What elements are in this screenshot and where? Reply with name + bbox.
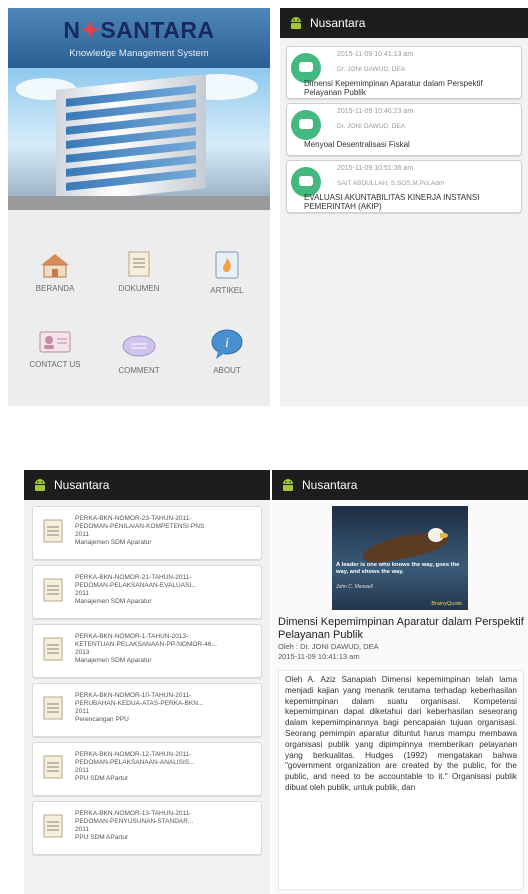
article-fire-icon: [215, 251, 239, 279]
feed-card[interactable]: 2015-11-09 10:41:13 am Dr. JONI DAWUD, D…: [286, 46, 522, 99]
menu-beranda[interactable]: BERANDA: [18, 252, 92, 293]
action-bar-title: Nusantara: [302, 478, 358, 492]
document-item[interactable]: PERKA-BKN-NOMOR-1-TAHUN-2013- KETENTUAN-…: [32, 624, 262, 678]
document-title-line2: PEDOMAN-PENILAIAN-KOMPETENSI-PNS: [75, 523, 205, 530]
app-logo: N✦SANTARA: [63, 17, 215, 43]
document-category: Manajemen SDM Aparatur: [75, 657, 152, 664]
article-body: Oleh A. Aziz Sanapiah Dimensi kepemimpin…: [278, 670, 524, 890]
banner-strip: [8, 196, 270, 210]
menu-about[interactable]: i ABOUT: [190, 328, 264, 375]
document-year: 2011: [75, 708, 89, 715]
image-logo: BrainyQuote: [431, 601, 462, 607]
document-item[interactable]: PERKA-BKN-NOMOR-13-TAHUN-2011- PEDOMAN-P…: [32, 801, 262, 855]
document-icon: [43, 637, 63, 661]
feed-card[interactable]: 2015-11-09 10:51:36 am SAIT ABDULLAH, S.…: [286, 160, 522, 213]
article-screen: Nusantara A leader is one who knows the …: [272, 470, 528, 894]
document-title-line2: PEDOMAN-PELAKSANAAN-ANALISIS...: [75, 759, 195, 766]
chat-bubble-icon: [291, 110, 321, 140]
android-app-icon: [283, 479, 293, 491]
menu-contact-us[interactable]: CONTACT US: [18, 330, 92, 369]
document-year: 2011: [75, 590, 89, 597]
menu-comment[interactable]: COMMENT: [102, 334, 176, 375]
card-title: Menyoal Desentralisasi Fiskal: [304, 140, 410, 149]
document-list-screen: Nusantara PERKA-BKN-NOMOR-23-TAHUN-2011-…: [24, 470, 270, 894]
document-icon: [43, 696, 63, 720]
logo-star-icon: ✦: [80, 17, 101, 43]
document-year: 2013: [75, 649, 90, 656]
document-category: Manajemen SDM Aparatur: [75, 598, 152, 605]
document-icon: [43, 755, 63, 779]
article-author: Oleh : Dr. JONI DAWUD, DEA: [278, 642, 379, 651]
article-image: A leader is one who knows the way, goes …: [332, 506, 468, 610]
document-icon: [43, 578, 63, 602]
document-list: PERKA-BKN-NOMOR-23-TAHUN-2011- PEDOMAN-P…: [24, 500, 270, 855]
card-author: Dr. JONI DAWUD, DEA: [337, 66, 406, 73]
document-item[interactable]: PERKA-BKN-NOMOR-10-TAHUN-2011- PERUBAHAN…: [32, 683, 262, 737]
document-title-line1: PERKA-BKN-NOMOR-1-TAHUN-2013-: [75, 633, 189, 640]
document-title-line1: PERKA-BKN-NOMOR-13-TAHUN-2011-: [75, 810, 192, 817]
home-icon: [41, 254, 69, 278]
android-app-icon: [35, 479, 45, 491]
document-year: 2011: [75, 531, 89, 538]
card-title: Dimensi Kepemimpinan Aparatur dalam Pers…: [304, 79, 483, 97]
android-app-icon: [291, 17, 301, 29]
document-category: Perencangan PPU: [75, 716, 129, 723]
info-icon: i: [211, 329, 243, 359]
document-item[interactable]: PERKA-BKN-NOMOR-12-TAHUN-2011- PEDOMAN-P…: [32, 742, 262, 796]
document-icon: [128, 251, 150, 277]
menu-dokumen[interactable]: DOKUMEN: [102, 250, 176, 293]
feed-card[interactable]: 2015-11-09 10:46:23 am Dr. JONI DAWUD, D…: [286, 103, 522, 156]
feed-screen: Nusantara 2015-11-09 10:41:13 am Dr. JON…: [280, 8, 528, 406]
contact-card-icon: [39, 331, 71, 353]
comment-feed: 2015-11-09 10:41:13 am Dr. JONI DAWUD, D…: [280, 38, 528, 225]
action-bar-title: Nusantara: [310, 16, 366, 30]
document-category: PPU SDM APartur: [75, 834, 129, 841]
document-year: 2011: [75, 767, 89, 774]
card-date: 2015-11-09 10:41:13 am: [337, 51, 414, 58]
document-title-line1: PERKA-BKN-NOMOR-10-TAHUN-2011-: [75, 692, 192, 699]
card-title: EVALUASI AKUNTABILITAS KINERJA INSTANSI …: [304, 193, 480, 211]
document-title-line1: PERKA-BKN-NOMOR-21-TAHUN-2011-: [75, 574, 192, 581]
action-bar: Nusantara: [272, 470, 528, 500]
image-quote: A leader is one who knows the way, goes …: [336, 562, 460, 575]
article-date: 2015-11-09 10:41:13 am: [278, 652, 360, 661]
svg-text:i: i: [225, 336, 229, 351]
document-title-line2: KETENTUAN-PELAKSANAAN-PP-NOMOR-46...: [75, 641, 217, 648]
action-bar: Nusantara: [280, 8, 528, 38]
home-screen: N✦SANTARA Knowledge Management System BE…: [8, 8, 270, 406]
brand-subtitle: Knowledge Management System: [69, 48, 209, 59]
card-author: SAIT ABDULLAH, S.SOS,M.Pol.Adm: [337, 180, 445, 187]
document-category: Manajemen SDM Aparatur: [75, 539, 152, 546]
menu-artikel[interactable]: ARTIKEL: [190, 250, 264, 295]
document-title-line2: PEDOMAN-PENYUSUNAN-STANDAR...: [75, 818, 194, 825]
document-category: PPU SDM APartur: [75, 775, 129, 782]
article-title: Dimensi Kepemimpinan Aparatur dalam Pers…: [278, 616, 524, 641]
document-year: 2011: [75, 826, 89, 833]
building-banner: [8, 68, 270, 196]
card-author: Dr. JONI DAWUD, DEA: [337, 123, 406, 130]
card-date: 2015-11-09 10:51:36 am: [337, 165, 414, 172]
comment-icon: [122, 335, 156, 357]
action-bar: Nusantara: [24, 470, 270, 500]
brand-header: N✦SANTARA Knowledge Management System: [8, 8, 270, 68]
document-item[interactable]: PERKA-BKN-NOMOR-21-TAHUN-2011- PEDOMAN-P…: [32, 565, 262, 619]
image-attribution: John C. Maxwell: [336, 584, 373, 590]
document-title-line1: PERKA-BKN-NOMOR-23-TAHUN-2011-: [75, 515, 192, 522]
document-title-line1: PERKA-BKN-NOMOR-12-TAHUN-2011-: [75, 751, 192, 758]
document-title-line2: PEDOMAN-PELAKSANAAN-EVALUASI...: [75, 582, 197, 589]
action-bar-title: Nusantara: [54, 478, 110, 492]
document-icon: [43, 519, 63, 543]
main-menu: BERANDA DOKUMEN ARTIKEL CONTACT US COMME…: [8, 210, 270, 396]
document-icon: [43, 814, 63, 838]
card-date: 2015-11-09 10:46:23 am: [337, 108, 414, 115]
document-item[interactable]: PERKA-BKN-NOMOR-23-TAHUN-2011- PEDOMAN-P…: [32, 506, 262, 560]
document-title-line2: PERUBAHAN-KEDUA-ATAS-PERKA-BKN...: [75, 700, 204, 707]
